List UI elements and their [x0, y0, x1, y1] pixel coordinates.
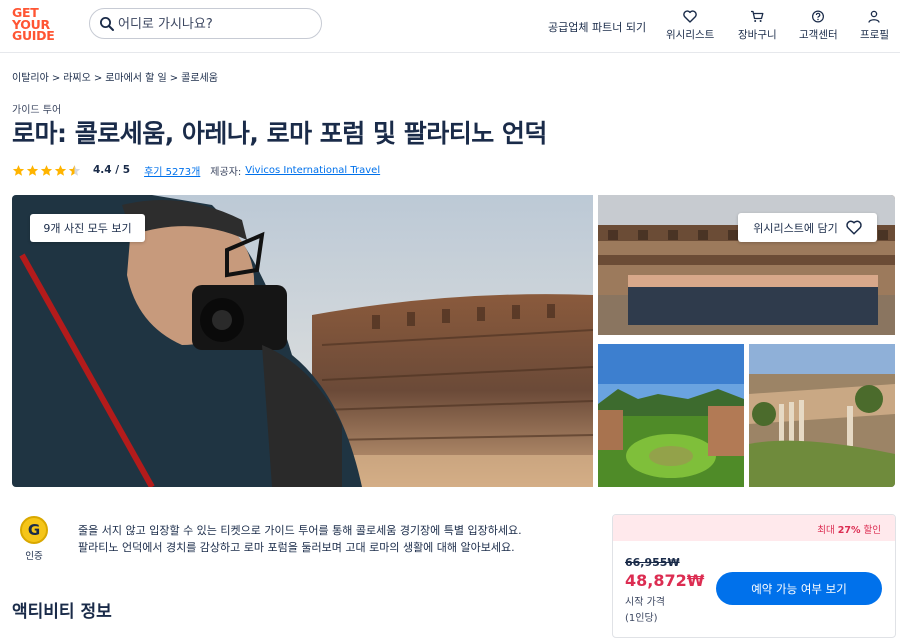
become-partner-link[interactable]: 공급업체 파트너 되기: [548, 19, 646, 35]
heart-icon: [683, 10, 697, 23]
star-rating: [12, 164, 81, 177]
check-availability-button[interactable]: 예약 가능 여부 보기: [716, 572, 882, 605]
nav-help-label: 고객센터: [799, 29, 838, 41]
provider-link[interactable]: Vivicos International Travel: [245, 165, 380, 176]
cart-icon: [751, 10, 764, 22]
per-person-label: (1인당): [625, 613, 658, 624]
rating-value: 4.4 / 5: [93, 164, 131, 176]
verified-label: 인증: [25, 551, 43, 562]
photo-palatine-hill[interactable]: [598, 344, 744, 487]
breadcrumb-separator: >: [93, 73, 103, 84]
heart-icon: [846, 220, 862, 235]
nav-profile[interactable]: 프로필: [860, 10, 889, 42]
breadcrumb-separator: >: [169, 73, 179, 84]
search-icon: [100, 17, 114, 31]
photo-roman-forum[interactable]: [749, 344, 895, 487]
breadcrumb-italy[interactable]: 이탈리아: [12, 73, 49, 84]
discount-suffix: 할인: [863, 525, 881, 536]
discount-value: 27%: [837, 525, 861, 536]
breadcrumb-rome-things[interactable]: 로마에서 할 일: [105, 73, 167, 84]
verified-badge: G 인증: [19, 516, 49, 562]
gyg-coin-icon: G: [20, 516, 48, 544]
star-icon: [12, 164, 25, 176]
current-price: 48,872₩: [625, 571, 705, 590]
star-icon: [40, 164, 53, 176]
price-from-label: 시작 가격: [625, 597, 665, 608]
top-header: GET YOUR GUIDE 공급업체 파트너 되기 위시리스트 장바구니 고객…: [0, 0, 900, 53]
breadcrumb-separator: >: [51, 73, 61, 84]
nav-help[interactable]: 고객센터: [799, 10, 838, 42]
activity-summary: 줄을 서지 않고 입장할 수 있는 티켓으로 가이드 투어를 통해 콜로세움 경…: [78, 522, 598, 556]
user-icon: [868, 10, 881, 23]
provider-label: 제공자:: [210, 166, 242, 178]
search-bar[interactable]: [89, 8, 322, 39]
search-input[interactable]: [118, 14, 308, 34]
half-star-icon: [68, 164, 81, 176]
nav-wishlist[interactable]: 위시리스트: [666, 10, 714, 42]
summary-line-2: 팔라티노 언덕에서 경치를 감상하고 로마 포럼을 둘러보며 고대 로마의 생활…: [78, 541, 515, 554]
add-to-wishlist-button[interactable]: 위시리스트에 담기: [738, 213, 877, 242]
help-icon: [812, 10, 825, 23]
add-to-wishlist-label: 위시리스트에 담기: [753, 221, 838, 235]
discount-banner: 최대 27% 할인: [613, 515, 895, 541]
getyourguide-logo[interactable]: GET YOUR GUIDE: [12, 7, 58, 42]
star-icon: [26, 164, 39, 176]
breadcrumb-lazio[interactable]: 라찌오: [63, 73, 91, 84]
page-title: 로마: 콜로세움, 아레나, 로마 포럼 및 팔라티노 언덕: [12, 119, 547, 148]
nav-wishlist-label: 위시리스트: [666, 29, 715, 41]
nav-profile-label: 프로필: [860, 29, 889, 41]
nav-cart[interactable]: 장바구니: [738, 10, 777, 42]
activity-info-heading: 액티비티 정보: [12, 602, 112, 622]
view-all-photos-button[interactable]: 9개 사진 모두 보기: [30, 214, 145, 242]
roman-forum-image: [749, 344, 895, 487]
star-icon: [54, 164, 67, 176]
nav-cart-label: 장바구니: [738, 29, 777, 41]
booking-card: 최대 27% 할인 66,955₩ 48,872₩ 시작 가격 (1인당) 예약…: [612, 514, 896, 638]
rating-row: 4.4 / 5 후기 5273개 제공자: Vivicos Internatio…: [12, 162, 380, 178]
discount-prefix: 최대: [817, 525, 835, 536]
palatine-hill-image: [598, 344, 744, 487]
breadcrumb: 이탈리아 > 라찌오 > 로마에서 할 일 > 콜로세움: [12, 69, 218, 84]
summary-line-1: 줄을 서지 않고 입장할 수 있는 티켓으로 가이드 투어를 통해 콜로세움 경…: [78, 524, 522, 537]
reviews-link[interactable]: 후기 5273개: [144, 163, 200, 178]
original-price: 66,955₩: [625, 556, 680, 569]
breadcrumb-colosseum[interactable]: 콜로세움: [181, 73, 218, 84]
logo-line-3: GUIDE: [12, 28, 55, 43]
